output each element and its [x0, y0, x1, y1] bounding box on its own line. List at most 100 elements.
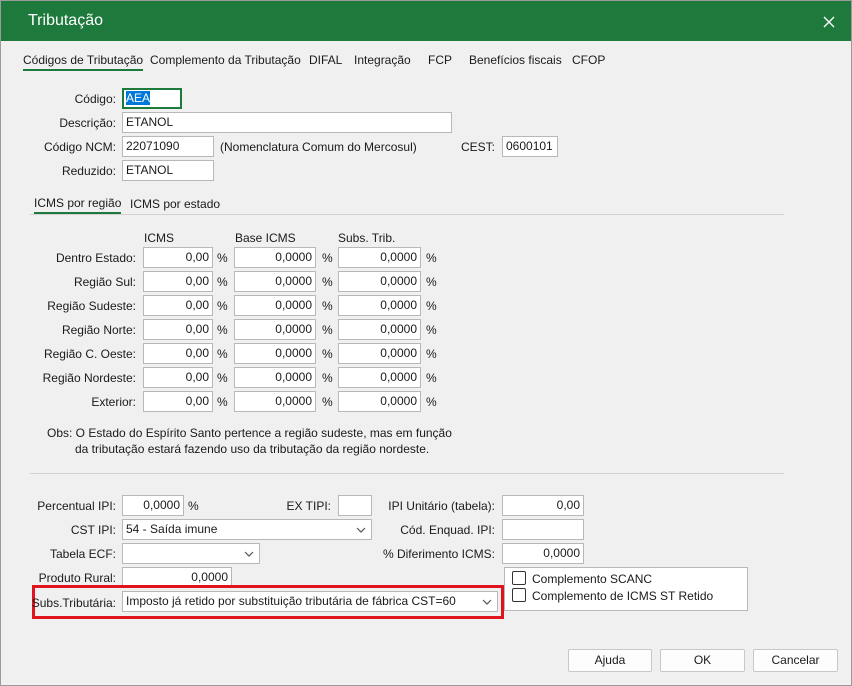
- complemento-scanc-checkbox[interactable]: [512, 571, 526, 585]
- subs-trib-input[interactable]: 0,0000: [338, 271, 421, 292]
- subs-pct: %: [426, 251, 437, 265]
- descricao-input[interactable]: ETANOL: [122, 112, 452, 133]
- ncm-note: (Nomenclatura Comum do Mercosul): [220, 140, 417, 154]
- reduzido-input[interactable]: ETANOL: [122, 160, 214, 181]
- ajuda-button[interactable]: Ajuda: [568, 649, 652, 672]
- base-icms-input[interactable]: 0,0000: [234, 391, 316, 412]
- icms-input[interactable]: 0,00: [143, 271, 213, 292]
- subs-pct: %: [426, 395, 437, 409]
- base-icms-input[interactable]: 0,0000: [234, 247, 316, 268]
- base-icms-input[interactable]: 0,0000: [234, 295, 316, 316]
- ncm-input[interactable]: 22071090: [122, 136, 214, 157]
- tab-complemento-tributacao[interactable]: Complemento da Tributação: [150, 51, 301, 69]
- cest-input[interactable]: 0600101: [502, 136, 558, 157]
- obs-line-2: da tributação estará fazendo uso da trib…: [75, 442, 430, 456]
- row-label: Região C. Oeste:: [43, 347, 136, 361]
- percentual-ipi-input[interactable]: 0,0000: [122, 495, 184, 516]
- tab-difal[interactable]: DIFAL: [309, 51, 342, 69]
- descricao-label: Descrição:: [59, 116, 116, 130]
- base-pct: %: [322, 251, 333, 265]
- section-divider: [30, 473, 784, 474]
- base-pct: %: [322, 323, 333, 337]
- base-pct: %: [322, 275, 333, 289]
- cancelar-button[interactable]: Cancelar: [753, 649, 838, 672]
- row-label: Região Sudeste:: [47, 299, 136, 313]
- base-pct: %: [322, 371, 333, 385]
- tab-codigos-tributacao[interactable]: Códigos de Tributação: [23, 51, 144, 71]
- subs-pct: %: [426, 299, 437, 313]
- tributacao-dialog: Tributação Códigos de Tributação Complem…: [0, 0, 852, 686]
- base-icms-input[interactable]: 0,0000: [234, 271, 316, 292]
- obs-line-1: Obs: O Estado do Espírito Santo pertence…: [47, 426, 452, 440]
- header-icms: ICMS: [144, 231, 174, 245]
- cod-enquad-ipi-label: Cód. Enquad. IPI:: [400, 523, 495, 537]
- cst-ipi-select[interactable]: 54 - Saída imune: [122, 519, 372, 540]
- subs-tributaria-value: Imposto já retido por substituição tribu…: [126, 594, 456, 608]
- subs-trib-input[interactable]: 0,0000: [338, 391, 421, 412]
- row-label: Região Norte:: [61, 323, 136, 337]
- ok-button[interactable]: OK: [660, 649, 745, 672]
- complemento-icms-st-checkbox[interactable]: [512, 588, 526, 602]
- subs-tributaria-label: Subs.Tributária:: [31, 596, 116, 610]
- icms-input[interactable]: 0,00: [143, 391, 213, 412]
- cod-enquad-ipi-input[interactable]: [502, 519, 584, 540]
- tab-integracao[interactable]: Integração: [354, 51, 411, 69]
- chevron-down-icon: [482, 599, 492, 605]
- tab-cfop[interactable]: CFOP: [572, 51, 605, 69]
- chevron-down-icon: [244, 551, 254, 557]
- icms-tabs-divider: [30, 214, 784, 215]
- close-icon[interactable]: [815, 9, 843, 35]
- tab-fcp[interactable]: FCP: [428, 51, 452, 69]
- tabela-ecf-label: Tabela ECF:: [49, 547, 116, 561]
- icms-pct: %: [217, 347, 228, 361]
- icms-input[interactable]: 0,00: [143, 295, 213, 316]
- row-label: Dentro Estado:: [55, 251, 136, 265]
- row-label: Região Nordeste:: [42, 371, 136, 385]
- base-icms-input[interactable]: 0,0000: [234, 367, 316, 388]
- tab-icms-por-estado[interactable]: ICMS por estado: [130, 195, 220, 213]
- tab-icms-por-regiao[interactable]: ICMS por região: [34, 194, 122, 214]
- complemento-group: Complemento SCANC Complemento de ICMS ST…: [504, 567, 748, 611]
- subs-tributaria-select[interactable]: Imposto já retido por substituição tribu…: [122, 591, 498, 612]
- base-pct: %: [322, 395, 333, 409]
- icms-input[interactable]: 0,00: [143, 247, 213, 268]
- complemento-scanc-label: Complemento SCANC: [532, 572, 653, 586]
- icms-pct: %: [217, 251, 228, 265]
- header-base-icms: Base ICMS: [235, 231, 296, 245]
- subs-pct: %: [426, 371, 437, 385]
- diferimento-icms-input[interactable]: 0,0000: [502, 543, 584, 564]
- diferimento-icms-label: % Diferimento ICMS:: [382, 547, 495, 561]
- icms-input[interactable]: 0,00: [143, 319, 213, 340]
- complemento-icms-st-label: Complemento de ICMS ST Retido: [532, 589, 714, 603]
- base-icms-input[interactable]: 0,0000: [234, 319, 316, 340]
- subs-pct: %: [426, 275, 437, 289]
- tabela-ecf-select[interactable]: [122, 543, 260, 564]
- subs-trib-input[interactable]: 0,0000: [338, 343, 421, 364]
- icms-pct: %: [217, 299, 228, 313]
- subs-pct: %: [426, 323, 437, 337]
- subs-trib-input[interactable]: 0,0000: [338, 295, 421, 316]
- codigo-input[interactable]: AEA: [122, 88, 182, 109]
- ipi-unitario-label: IPI Unitário (tabela):: [388, 499, 495, 513]
- ex-tipi-label: EX TIPI:: [286, 499, 331, 513]
- percentual-ipi-label: Percentual IPI:: [37, 499, 116, 513]
- row-label: Exterior:: [91, 395, 136, 409]
- ipi-unitario-input[interactable]: 0,00: [502, 495, 584, 516]
- base-pct: %: [322, 299, 333, 313]
- subs-pct: %: [426, 347, 437, 361]
- subs-trib-input[interactable]: 0,0000: [338, 319, 421, 340]
- ex-tipi-input[interactable]: [338, 495, 372, 516]
- percentual-ipi-pct: %: [188, 499, 199, 513]
- title-bar: Tributação: [1, 1, 851, 41]
- codigo-label: Código:: [74, 92, 116, 106]
- row-label: Região Sul:: [73, 275, 136, 289]
- tab-beneficios-fiscais[interactable]: Benefícios fiscais: [469, 51, 562, 69]
- subs-trib-input[interactable]: 0,0000: [338, 367, 421, 388]
- icms-pct: %: [217, 275, 228, 289]
- base-icms-input[interactable]: 0,0000: [234, 343, 316, 364]
- icms-input[interactable]: 0,00: [143, 367, 213, 388]
- icms-pct: %: [217, 323, 228, 337]
- icms-input[interactable]: 0,00: [143, 343, 213, 364]
- subs-trib-input[interactable]: 0,0000: [338, 247, 421, 268]
- produto-rural-label: Produto Rural:: [38, 571, 116, 585]
